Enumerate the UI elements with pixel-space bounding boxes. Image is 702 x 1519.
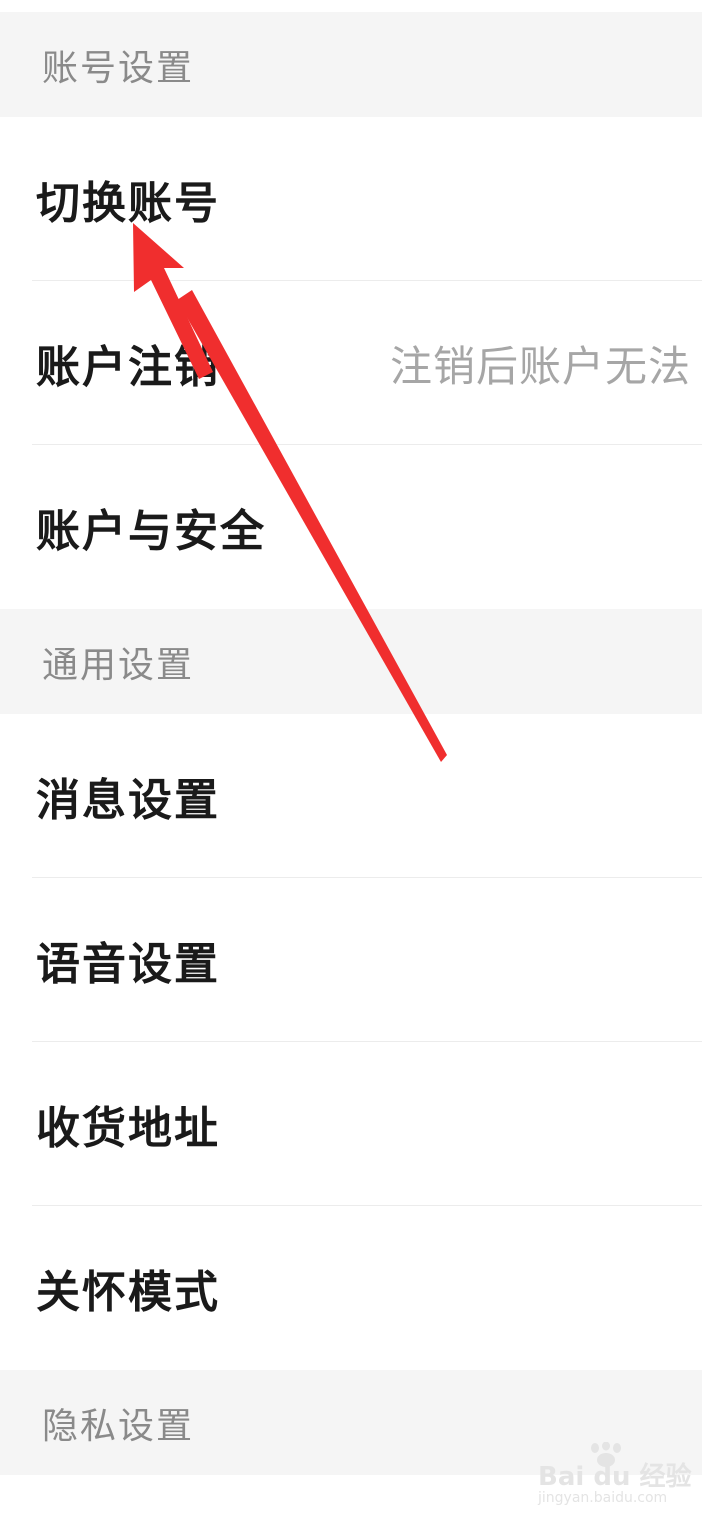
settings-page: 账号设置 切换账号 账户注销 注销后账户无法 账户与安全 通用设置 消息设置 语… <box>0 0 702 1519</box>
row-label: 收货地址 <box>36 1103 220 1154</box>
row-label: 语音设置 <box>36 939 220 990</box>
row-care-mode[interactable]: 关怀模式 <box>0 1206 702 1370</box>
section-header-general: 通用设置 <box>0 609 702 714</box>
section-header-account: 账号设置 <box>0 12 702 117</box>
row-label: 关怀模式 <box>36 1267 220 1318</box>
row-label: 账户与安全 <box>36 506 266 557</box>
watermark-url: jingyan.baidu.com <box>538 1490 668 1506</box>
row-label: 消息设置 <box>36 775 220 826</box>
row-voice-settings[interactable]: 语音设置 <box>0 878 702 1042</box>
row-account-security[interactable]: 账户与安全 <box>0 445 702 609</box>
section-header-privacy: 隐私设置 <box>0 1370 702 1475</box>
row-switch-account[interactable]: 切换账号 <box>0 117 702 281</box>
row-shipping-address[interactable]: 收货地址 <box>0 1042 702 1206</box>
section-title-general: 通用设置 <box>42 644 195 686</box>
section-title-privacy: 隐私设置 <box>42 1405 195 1447</box>
row-account-deletion[interactable]: 账户注销 注销后账户无法 <box>0 281 702 445</box>
top-strip <box>0 0 702 12</box>
row-label: 账户注销 <box>36 342 220 393</box>
row-label: 切换账号 <box>36 178 220 229</box>
row-message-settings[interactable]: 消息设置 <box>0 714 702 878</box>
section-title-account: 账号设置 <box>42 47 195 89</box>
row-value-deletion-hint: 注销后账户无法 <box>390 341 692 391</box>
